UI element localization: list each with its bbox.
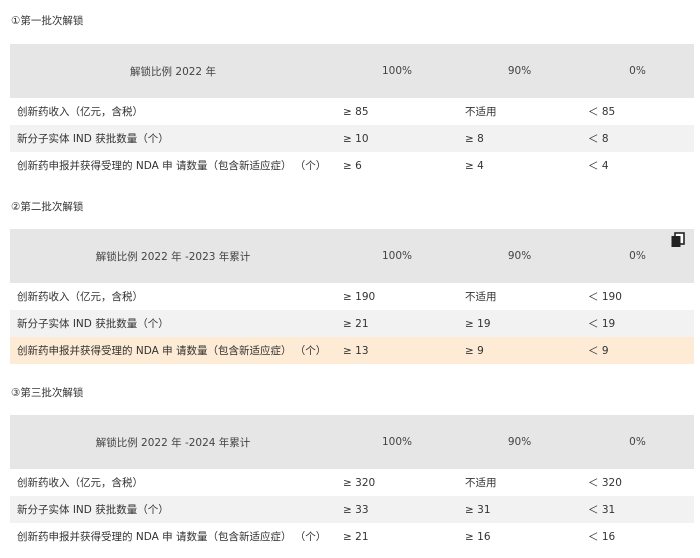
table-row: 创新药申报并获得受理的 NDA 申 请数量（包含新适应症） （个） ≥ 6 ≥ … bbox=[10, 152, 694, 179]
section-2-title: ②第二批次解锁 bbox=[11, 201, 84, 213]
cell-100: ≥ 10 bbox=[336, 125, 458, 152]
cell-0: ＜ 320 bbox=[581, 469, 694, 496]
table-row: 新分子实体 IND 获批数量（个） ≥ 10 ≥ 8 ＜ 8 bbox=[10, 125, 694, 152]
section-1-title: ①第一批次解锁 bbox=[11, 15, 84, 27]
section-3-title: ③第三批次解锁 bbox=[11, 387, 84, 399]
row-label: 创新药收入（亿元，含税） bbox=[10, 469, 336, 496]
copy-icon[interactable] bbox=[670, 232, 686, 248]
row-label: 创新药申报并获得受理的 NDA 申 请数量（包含新适应症） （个） bbox=[10, 337, 336, 364]
cell-100: ≥ 21 bbox=[336, 310, 458, 337]
table-header-row: 解锁比例 2022 年 100% 90% 0% bbox=[10, 44, 694, 98]
row-label: 新分子实体 IND 获批数量（个） bbox=[10, 496, 336, 523]
cell-90: ≥ 8 bbox=[458, 125, 581, 152]
header-cell-100: 100% bbox=[336, 415, 458, 469]
table-row-highlighted: 创新药申报并获得受理的 NDA 申 请数量（包含新适应症） （个） ≥ 13 ≥… bbox=[10, 337, 694, 364]
table-row: 创新药申报并获得受理的 NDA 申 请数量（包含新适应症） （个） ≥ 21 ≥… bbox=[10, 523, 694, 550]
cell-0: ＜ 19 bbox=[581, 310, 694, 337]
cell-90: ≥ 16 bbox=[458, 523, 581, 550]
table-header-row: 解锁比例 2022 年 -2024 年累计 100% 90% 0% bbox=[10, 415, 694, 469]
cell-90: 不适用 bbox=[458, 469, 581, 496]
cell-100: ≥ 6 bbox=[336, 152, 458, 179]
cell-100: ≥ 320 bbox=[336, 469, 458, 496]
cell-100: ≥ 33 bbox=[336, 496, 458, 523]
table-header-row: 解锁比例 2022 年 -2023 年累计 100% 90% 0% bbox=[10, 229, 694, 283]
cell-0: ＜ 4 bbox=[581, 152, 694, 179]
section-1-table: 解锁比例 2022 年 100% 90% 0% 创新药收入（亿元，含税） ≥ 8… bbox=[10, 44, 694, 179]
table-row: 创新药收入（亿元，含税） ≥ 85 不适用 ＜ 85 bbox=[10, 98, 694, 125]
table-row: 新分子实体 IND 获批数量（个） ≥ 21 ≥ 19 ＜ 19 bbox=[10, 310, 694, 337]
header-cell-100: 100% bbox=[336, 229, 458, 283]
cell-0: ＜ 85 bbox=[581, 98, 694, 125]
cell-0: ＜ 8 bbox=[581, 125, 694, 152]
cell-100: ≥ 190 bbox=[336, 283, 458, 310]
row-label: 新分子实体 IND 获批数量（个） bbox=[10, 125, 336, 152]
table-row: 创新药收入（亿元，含税） ≥ 320 不适用 ＜ 320 bbox=[10, 469, 694, 496]
header-cell-0: 0% bbox=[581, 415, 694, 469]
header-cell-100: 100% bbox=[336, 44, 458, 98]
row-label: 创新药申报并获得受理的 NDA 申 请数量（包含新适应症） （个） bbox=[10, 523, 336, 550]
cell-100: ≥ 21 bbox=[336, 523, 458, 550]
header-cell-label: 解锁比例 2022 年 bbox=[10, 44, 336, 98]
header-cell-label: 解锁比例 2022 年 -2024 年累计 bbox=[10, 415, 336, 469]
header-cell-label: 解锁比例 2022 年 -2023 年累计 bbox=[10, 229, 336, 283]
header-cell-0: 0% bbox=[581, 44, 694, 98]
cell-90: ≥ 31 bbox=[458, 496, 581, 523]
cell-0: ＜ 31 bbox=[581, 496, 694, 523]
cell-90: ≥ 4 bbox=[458, 152, 581, 179]
cell-100: ≥ 85 bbox=[336, 98, 458, 125]
cell-90: 不适用 bbox=[458, 98, 581, 125]
cell-90: ≥ 9 bbox=[458, 337, 581, 364]
header-cell-90: 90% bbox=[458, 44, 581, 98]
section-2-table: 解锁比例 2022 年 -2023 年累计 100% 90% 0% 创新药收入（… bbox=[10, 229, 694, 364]
cell-100: ≥ 13 bbox=[336, 337, 458, 364]
header-cell-90: 90% bbox=[458, 415, 581, 469]
cell-90: 不适用 bbox=[458, 283, 581, 310]
cell-0: ＜ 9 bbox=[581, 337, 694, 364]
row-label: 新分子实体 IND 获批数量（个） bbox=[10, 310, 336, 337]
row-label: 创新药收入（亿元，含税） bbox=[10, 98, 336, 125]
cell-90: ≥ 19 bbox=[458, 310, 581, 337]
row-label: 创新药申报并获得受理的 NDA 申 请数量（包含新适应症） （个） bbox=[10, 152, 336, 179]
row-label: 创新药收入（亿元，含税） bbox=[10, 283, 336, 310]
table-row: 创新药收入（亿元，含税） ≥ 190 不适用 ＜ 190 bbox=[10, 283, 694, 310]
header-cell-90: 90% bbox=[458, 229, 581, 283]
cell-0: ＜ 16 bbox=[581, 523, 694, 550]
section-3-table: 解锁比例 2022 年 -2024 年累计 100% 90% 0% 创新药收入（… bbox=[10, 415, 694, 550]
cell-0: ＜ 190 bbox=[581, 283, 694, 310]
table-row: 新分子实体 IND 获批数量（个） ≥ 33 ≥ 31 ＜ 31 bbox=[10, 496, 694, 523]
